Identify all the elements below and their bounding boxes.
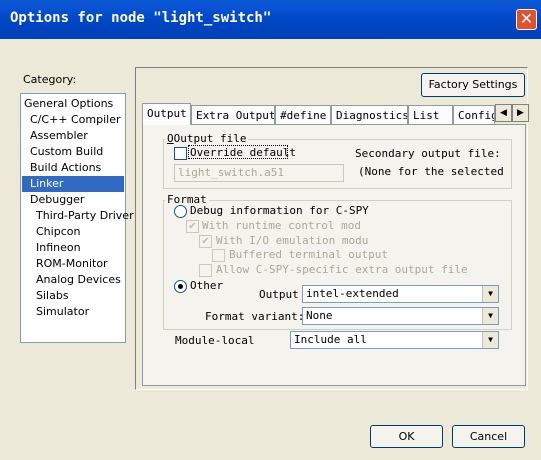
category-item-custom-build[interactable]: Custom Build xyxy=(22,144,124,160)
output-filename-field[interactable]: light_switch.a51 xyxy=(174,164,344,182)
output-file-legend-text: Output file xyxy=(173,132,247,145)
tab-output[interactable]: Output xyxy=(142,103,191,125)
module-local-label: Module-local xyxy=(175,334,255,347)
allow-extra-output-label: Allow C-SPY-specific extra output file xyxy=(216,263,468,276)
format-variant-select[interactable]: None ▼ xyxy=(302,307,499,325)
category-item-linker[interactable]: Linker xyxy=(22,176,124,192)
io-emulation-label: With I/O emulation modu xyxy=(216,234,369,247)
category-item-chipcon[interactable]: Chipcon xyxy=(22,224,124,240)
category-label: Category: xyxy=(23,73,77,86)
category-item-c-compiler[interactable]: C/C++ Compiler xyxy=(22,112,124,128)
category-item-analog-devices[interactable]: Analog Devices xyxy=(22,272,124,288)
chevron-down-icon: ▼ xyxy=(482,332,498,348)
close-button[interactable]: ✕ xyxy=(516,9,537,30)
focus-rect xyxy=(188,145,288,159)
tab-scroll-buttons: ◀ ▶ xyxy=(495,104,529,122)
output-format-value: intel-extended xyxy=(306,287,399,300)
tab-define[interactable]: #define xyxy=(275,105,331,125)
tab-extra-output[interactable]: Extra Output xyxy=(191,105,275,125)
runtime-control-checkbox[interactable]: ✔ xyxy=(186,220,199,233)
scroll-right-icon[interactable]: ▶ xyxy=(512,104,529,122)
output-format-label: Output xyxy=(259,288,299,301)
category-item-simulator[interactable]: Simulator xyxy=(22,304,124,320)
chevron-down-icon: ▼ xyxy=(482,308,498,324)
runtime-control-label: With runtime control mod xyxy=(202,219,361,232)
format-variant-value: None xyxy=(306,309,333,322)
check-icon: ✔ xyxy=(188,221,197,232)
override-default-checkbox[interactable] xyxy=(174,147,187,160)
format-variant-label: Format variant: xyxy=(205,310,305,323)
buffered-output-checkbox[interactable] xyxy=(212,249,225,262)
tab-list[interactable]: List xyxy=(408,105,453,125)
io-emulation-checkbox[interactable]: ✔ xyxy=(199,235,212,248)
tab-config[interactable]: Config xyxy=(453,105,495,125)
ok-button[interactable]: OK xyxy=(370,425,443,448)
scroll-left-icon[interactable]: ◀ xyxy=(495,104,512,122)
category-item-general-options[interactable]: General Options xyxy=(22,96,124,112)
module-local-select[interactable]: Include all ▼ xyxy=(290,331,499,349)
secondary-output-value: (None for the selected fo xyxy=(358,165,504,178)
check-icon: ✔ xyxy=(201,236,210,247)
output-format-select[interactable]: intel-extended ▼ xyxy=(302,285,499,303)
other-format-label: Other xyxy=(190,279,224,292)
other-format-radio[interactable] xyxy=(174,280,187,293)
allow-extra-output-checkbox[interactable] xyxy=(199,264,212,277)
debug-info-label: Debug information for C-SPY xyxy=(190,204,369,217)
module-local-value: Include all xyxy=(294,333,367,346)
debug-info-radio[interactable] xyxy=(174,205,187,218)
secondary-output-label: Secondary output file: xyxy=(355,147,501,160)
window-title: Options for node "light_switch" xyxy=(10,10,272,26)
category-item-infineon[interactable]: Infineon xyxy=(22,240,124,256)
buffered-output-label: Buffered terminal output xyxy=(229,248,388,261)
category-item-third-party-driver[interactable]: Third-Party Driver xyxy=(22,208,134,224)
cancel-button[interactable]: Cancel xyxy=(452,425,525,448)
category-tree[interactable]: General Options C/C++ Compiler Assembler… xyxy=(20,93,134,343)
chevron-down-icon: ▼ xyxy=(482,286,498,302)
factory-settings-button[interactable]: Factory Settings xyxy=(421,73,525,97)
close-icon: ✕ xyxy=(519,9,534,28)
category-item-silabs[interactable]: Silabs xyxy=(22,288,124,304)
category-item-build-actions[interactable]: Build Actions xyxy=(22,160,124,176)
title-bar: Options for node "light_switch" ✕ xyxy=(0,0,541,39)
category-item-rom-monitor[interactable]: ROM-Monitor xyxy=(22,256,124,272)
category-item-assembler[interactable]: Assembler xyxy=(22,128,124,144)
category-item-debugger[interactable]: Debugger xyxy=(22,192,124,208)
tab-diagnostics[interactable]: Diagnostics xyxy=(331,105,408,125)
output-file-legend: OOutput file xyxy=(165,132,249,145)
